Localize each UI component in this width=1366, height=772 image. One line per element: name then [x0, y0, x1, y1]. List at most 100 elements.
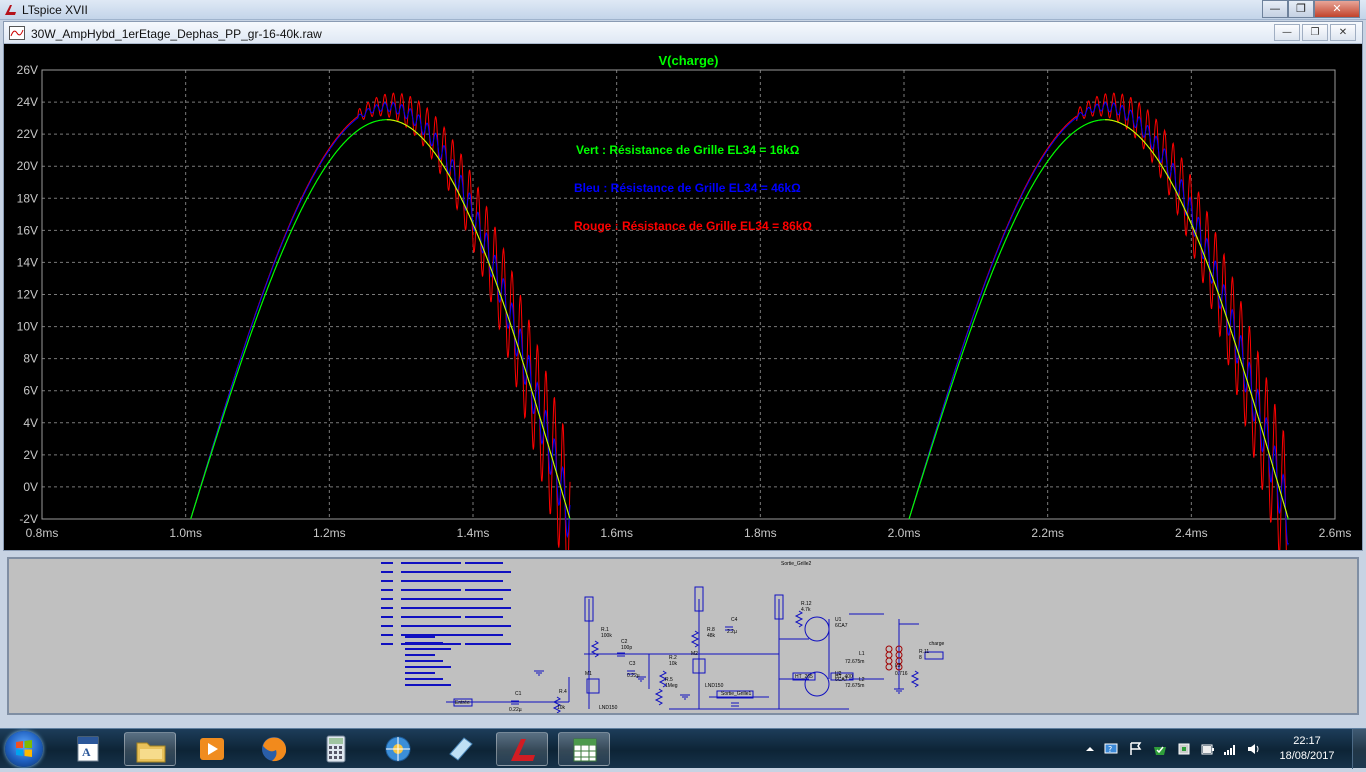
- minimize-button[interactable]: —: [1262, 0, 1288, 18]
- directive-text-line: [405, 654, 435, 656]
- ground-symbol: [534, 670, 544, 676]
- directive-text-line: [465, 616, 503, 618]
- y-tick-label: 8V: [23, 352, 38, 366]
- directive-text-line: [401, 607, 473, 609]
- action-center-flag-icon[interactable]: [1128, 741, 1144, 757]
- schematic-label: charge: [929, 641, 945, 647]
- resistor-symbol: [910, 670, 920, 688]
- battery-icon[interactable]: [1200, 741, 1216, 757]
- show-desktop-button[interactable]: [1352, 729, 1366, 769]
- x-tick-label: 1.4ms: [457, 526, 490, 540]
- directive-text-line: [401, 589, 461, 591]
- schematic-label: M1: [585, 671, 592, 677]
- taskbar-calculator-icon[interactable]: [310, 732, 362, 766]
- app-title: LTspice XVII: [22, 3, 88, 17]
- schematic-label: 72.675m: [845, 659, 864, 665]
- taskbar-firefox-icon[interactable]: [248, 732, 300, 766]
- resistor-symbol: [794, 610, 804, 628]
- plot-title[interactable]: V(charge): [659, 53, 719, 68]
- directive-text-line: [401, 625, 467, 627]
- schematic-label: LND150: [705, 683, 724, 689]
- schematic-label: C1: [515, 691, 522, 697]
- waveform-titlebar: 30W_AmpHybd_1erEtage_Dephas_PP_gr-16-40k…: [4, 22, 1362, 44]
- schematic-label: 0.22µ: [627, 673, 640, 679]
- directive-text-line: [401, 598, 467, 600]
- network-icon[interactable]: ?: [1104, 741, 1120, 757]
- y-tick-label: 24V: [17, 95, 38, 109]
- tube-symbol: [804, 616, 830, 642]
- schematic-label: L1: [859, 651, 865, 657]
- clock-time: 22:17: [1293, 735, 1321, 747]
- directive-text-line: [401, 580, 473, 582]
- directive-text-line: [401, 616, 461, 618]
- y-tick-label: 14V: [17, 255, 38, 269]
- volume-icon[interactable]: [1246, 741, 1262, 757]
- directive-text-line: [405, 684, 451, 686]
- clock-date: 18/08/2017: [1279, 750, 1335, 762]
- transformer-coil: [885, 651, 893, 659]
- show-hidden-icons-icon[interactable]: [1082, 741, 1098, 757]
- directive-text-line: [405, 636, 435, 638]
- y-tick-label: 16V: [17, 223, 38, 237]
- taskbar-word-icon[interactable]: A: [62, 732, 114, 766]
- schematic-label: 10k: [557, 705, 566, 711]
- directive-text-line: [465, 571, 511, 573]
- x-tick-label: 1.0ms: [169, 526, 202, 540]
- security-shield-icon[interactable]: [1152, 741, 1168, 757]
- directive-text-line: [381, 616, 393, 618]
- schematic-label: HT_265: [795, 674, 813, 680]
- schematic-label: 2.2µ: [727, 629, 737, 635]
- waveform-window-controls: — ❐ ✕: [1274, 24, 1356, 41]
- directive-text-line: [465, 607, 511, 609]
- restore-button[interactable]: ❐: [1288, 0, 1314, 18]
- directive-text-line: [401, 634, 473, 636]
- ground-symbol: [894, 688, 904, 694]
- schematic-label: 0.22µ: [509, 707, 522, 713]
- schematic-label: C3: [629, 661, 636, 667]
- directive-text-line: [465, 643, 511, 645]
- app-titlebar: LTspice XVII — ❐ ✕: [0, 0, 1366, 20]
- taskbar-media-player-icon[interactable]: [186, 732, 238, 766]
- waveform-restore-button[interactable]: ❐: [1302, 24, 1328, 41]
- taskbar-ltspice-icon[interactable]: [496, 732, 548, 766]
- schematic-label: 0.716: [895, 671, 908, 677]
- taskbar-notepad-icon[interactable]: [434, 732, 486, 766]
- directive-text-line: [465, 634, 503, 636]
- waveform-close-button[interactable]: ✕: [1330, 24, 1356, 41]
- x-tick-label: 2.6ms: [1319, 526, 1352, 540]
- y-tick-label: 6V: [23, 384, 38, 398]
- directive-text-line: [465, 562, 503, 564]
- close-button[interactable]: ✕: [1314, 0, 1360, 18]
- directive-text-line: [465, 625, 511, 627]
- start-button[interactable]: [5, 731, 43, 767]
- waveform-plot[interactable]: 0.8ms 1.0ms 1.2ms 1.4ms 1.6ms 1.8ms 2.0ms 2.2ms…: [4, 44, 1362, 550]
- directive-text-line: [381, 580, 393, 582]
- schematic-label: Sortie_Grille2: [781, 561, 812, 567]
- directive-text-line: [405, 648, 451, 650]
- taskbar-explorer-icon[interactable]: [124, 732, 176, 766]
- y-tick-label: 10V: [17, 320, 38, 334]
- ltspice-logo-icon: [5, 5, 16, 15]
- schematic-canvas[interactable]: EntréeLND150LND150R.1100kC2100pR.210kR.4…: [9, 559, 1357, 713]
- schematic-window[interactable]: Entrée LND150 LND150 R.1 100k C2 100p R.2 10k R.4…: [7, 557, 1359, 715]
- directive-text-line: [405, 666, 451, 668]
- usb-device-icon[interactable]: [1176, 741, 1192, 757]
- directive-text-line: [381, 607, 393, 609]
- directive-text-line: [405, 660, 443, 662]
- schematic-label: M2: [691, 651, 698, 657]
- schematic-label: R.4: [559, 689, 567, 695]
- waveform-minimize-button[interactable]: —: [1274, 24, 1300, 41]
- schematic-label: 4.7k: [801, 607, 811, 613]
- directive-text-line: [381, 589, 393, 591]
- directive-text-line: [381, 625, 393, 627]
- taskbar-spreadsheet-icon[interactable]: [558, 732, 610, 766]
- schematic-label: HT_400: [835, 674, 853, 680]
- system-clock[interactable]: 22:17 18/08/2017: [1272, 734, 1342, 764]
- svg-text:?: ?: [1108, 745, 1112, 754]
- legend-annotation: Bleu : Résistance de Grille EL34 = 46kΩ: [574, 181, 801, 195]
- wifi-signal-icon[interactable]: [1222, 741, 1238, 757]
- taskbar-globe-icon[interactable]: [372, 732, 424, 766]
- directive-text-line: [381, 643, 393, 645]
- y-tick-label: 2V: [23, 448, 38, 462]
- y-tick-label: 12V: [17, 288, 38, 302]
